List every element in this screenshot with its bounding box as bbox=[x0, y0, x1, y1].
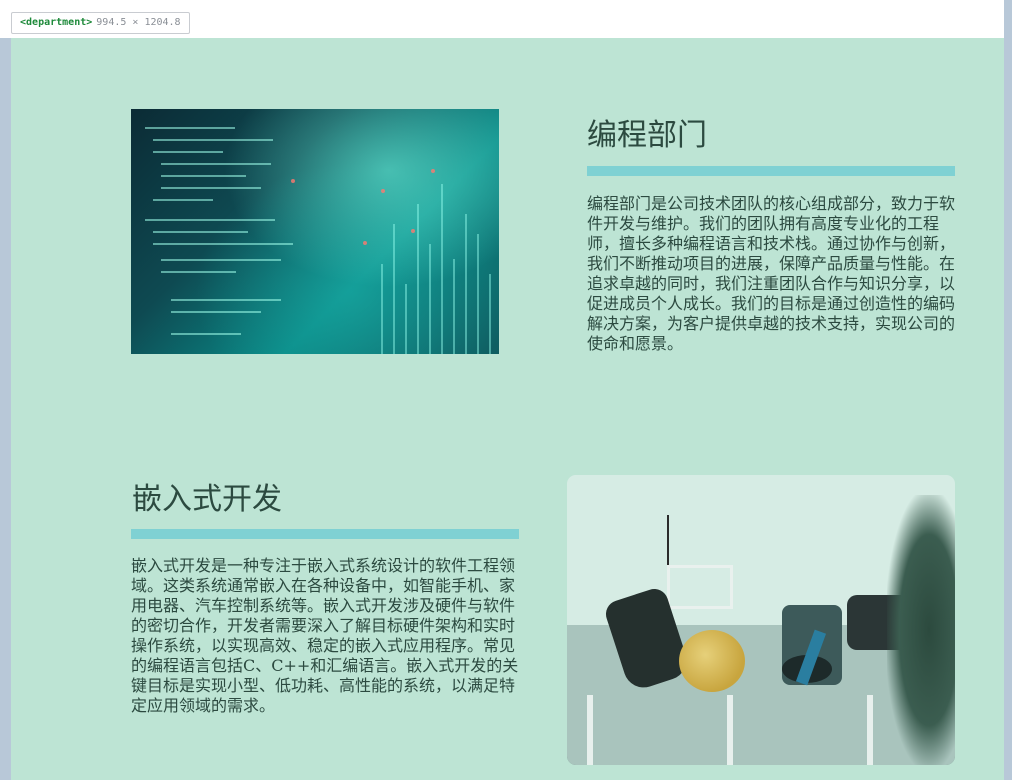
title-underline bbox=[131, 529, 519, 539]
section-text-programming: 编程部门是公司技术团队的核心组成部分，致力于软件开发与维护。我们的团队拥有高度专… bbox=[587, 194, 956, 353]
element-inspector-tooltip: <department> 994.5 × 1204.8 bbox=[11, 12, 190, 34]
devtools-bar: <department> 994.5 × 1204.8 bbox=[0, 0, 1012, 38]
title-underline bbox=[587, 166, 955, 176]
right-gutter bbox=[1004, 0, 1012, 780]
element-tag-label: <department> bbox=[20, 17, 93, 28]
section-title-programming: 编程部门 bbox=[587, 118, 707, 153]
section-title-embedded: 嵌入式开发 bbox=[132, 482, 282, 517]
code-screen-image bbox=[131, 109, 499, 354]
robotics-lab-image bbox=[567, 475, 955, 765]
section-text-embedded: 嵌入式开发是一种专注于嵌入式系统设计的软件工程领域。这类系统通常嵌入在各种设备中… bbox=[131, 556, 519, 715]
department-page: 编程部门 编程部门是公司技术团队的核心组成部分，致力于软件开发与维护。我们的团队… bbox=[11, 38, 1004, 780]
left-gutter bbox=[0, 38, 11, 780]
element-dimensions: 994.5 × 1204.8 bbox=[96, 17, 181, 28]
